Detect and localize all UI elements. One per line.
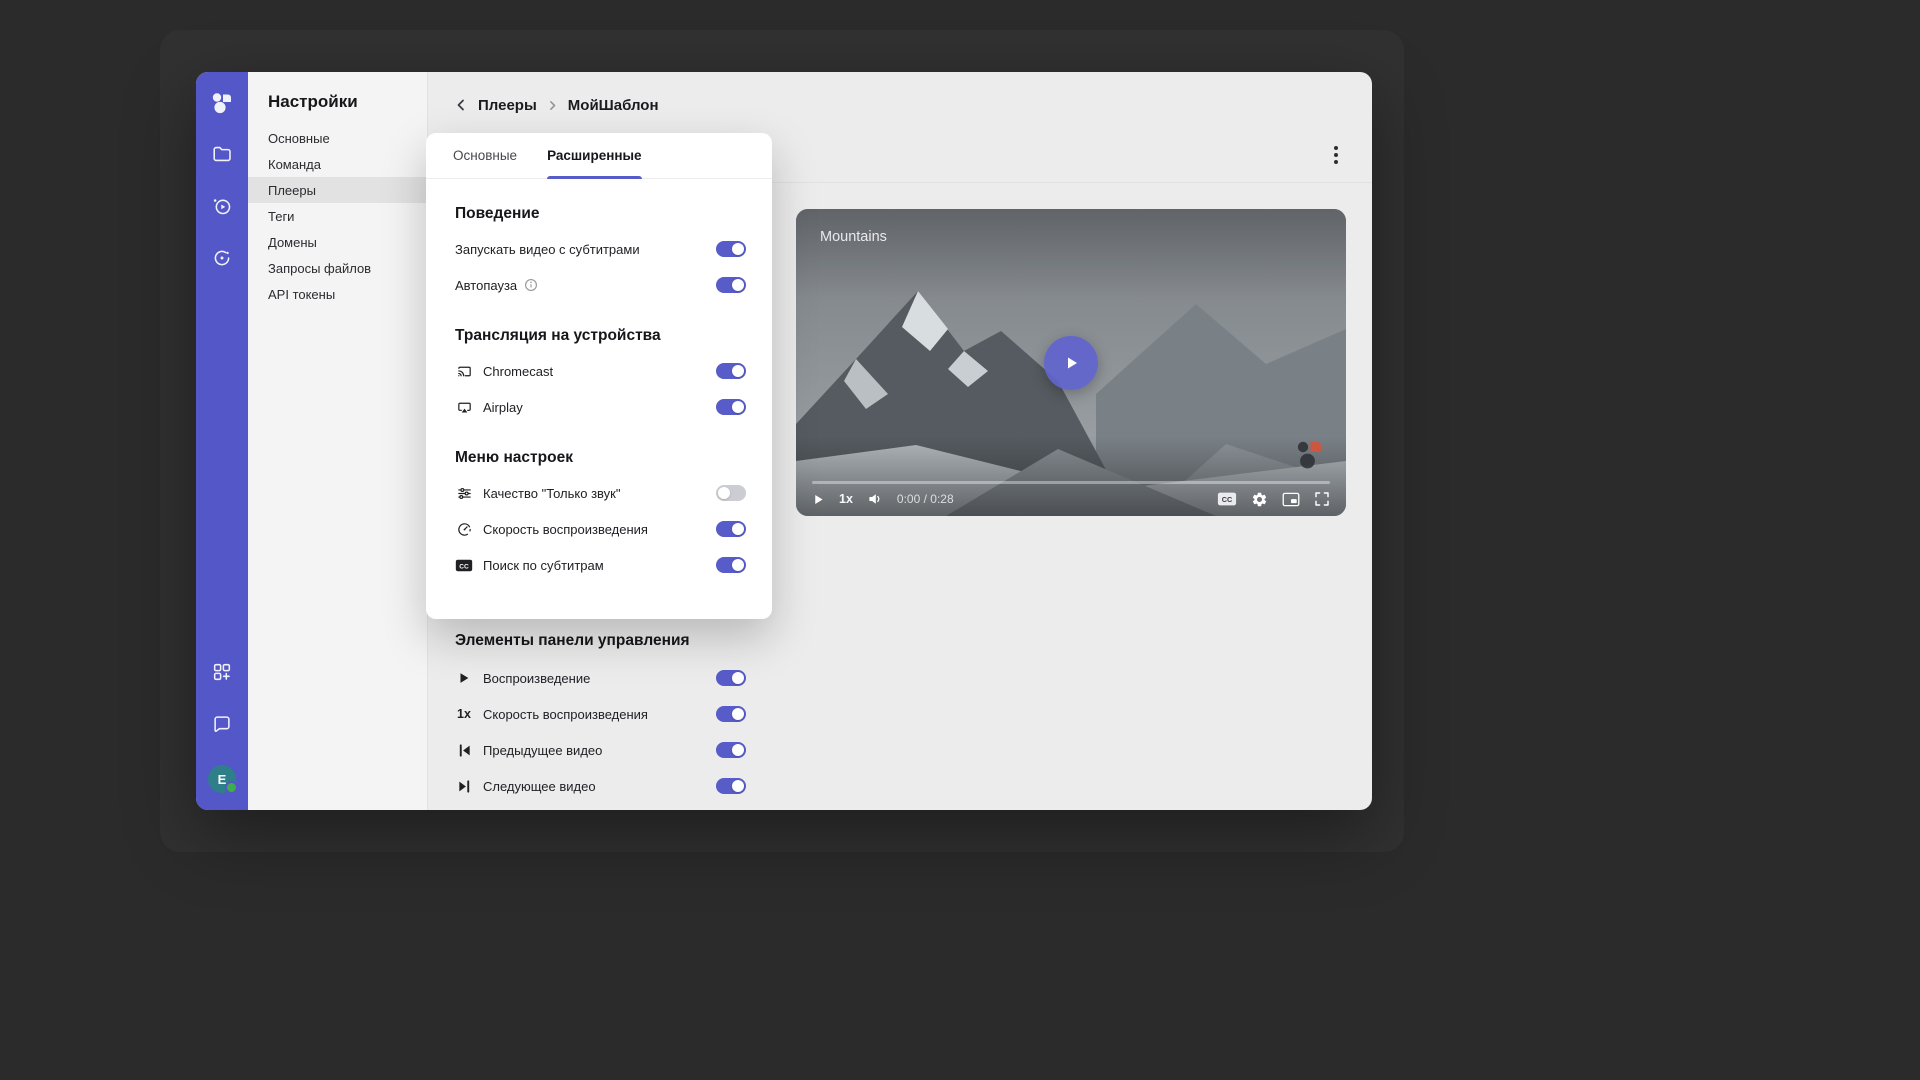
section-title-behavior: Поведение <box>455 205 746 223</box>
time-display: 0:00 / 0:28 <box>897 492 954 506</box>
settings-sidebar: Настройки Основные Команда Плееры Теги Д… <box>248 72 428 810</box>
panel-tabs: Основные Расширенные <box>426 133 772 179</box>
breadcrumb: Плееры МойШаблон <box>453 91 659 119</box>
user-avatar[interactable]: E <box>208 765 236 793</box>
big-play-button[interactable] <box>1044 336 1098 390</box>
player-settings-panel: Основные Расширенные Поведение Запускать… <box>426 133 772 619</box>
sidebar-item-file-requests[interactable]: Запросы файлов <box>248 255 427 281</box>
toggle-chromecast[interactable] <box>716 363 746 379</box>
svg-text:CC: CC <box>459 563 469 570</box>
projects-folder-icon[interactable] <box>210 142 234 166</box>
control-elements-section: Элементы панели управления Воспроизведен… <box>455 632 746 804</box>
toggle-autopause[interactable] <box>716 277 746 293</box>
player-controls: 1x 0:00 / 0:28 CC <box>812 487 1330 511</box>
setting-row-start-with-subtitles: Запускать видео с субтитрами <box>455 231 746 267</box>
apps-add-icon[interactable] <box>210 660 234 684</box>
airplay-icon <box>455 398 473 416</box>
records-icon[interactable] <box>210 246 234 270</box>
play-triangle-icon <box>1062 354 1080 372</box>
equalizer-icon <box>455 484 473 502</box>
setting-row-subtitle-search: CC Поиск по субтитрам <box>455 547 746 583</box>
chromecast-icon <box>455 362 473 380</box>
fullscreen-icon[interactable] <box>1314 491 1330 507</box>
playback-speed-icon <box>455 520 473 538</box>
nav-rail: E <box>196 72 248 810</box>
live-stream-icon[interactable] <box>210 194 234 218</box>
toggle-previous[interactable] <box>716 742 746 758</box>
panel-body: Поведение Запускать видео с субтитрами А… <box>426 179 772 583</box>
toggle-playback-speed[interactable] <box>716 521 746 537</box>
setting-row-next: Следующее видео <box>455 768 746 804</box>
toggle-audio-only[interactable] <box>716 485 746 501</box>
chevron-right-icon <box>546 99 559 112</box>
support-chat-icon[interactable] <box>210 712 234 736</box>
video-player-preview: Mountains 1x 0:00 / 0:28 <box>796 209 1346 516</box>
setting-row-playback-speed: Скорость воспроизведения <box>455 511 746 547</box>
sidebar-item-domains[interactable]: Домены <box>248 229 427 255</box>
play-icon <box>455 669 473 687</box>
breadcrumb-current: МойШаблон <box>568 97 659 114</box>
setting-row-airplay: Airplay <box>455 389 746 425</box>
progress-bar[interactable] <box>812 481 1330 484</box>
player-settings-gear-icon[interactable] <box>1251 491 1268 508</box>
settings-title: Настройки <box>268 92 427 112</box>
sidebar-item-team[interactable]: Команда <box>248 151 427 177</box>
volume-icon[interactable] <box>867 491 883 507</box>
sidebar-item-basic[interactable]: Основные <box>248 125 427 151</box>
previous-video-icon <box>455 741 473 759</box>
kinescope-watermark-logo <box>1296 440 1326 470</box>
app-window: E Настройки Основные Команда Плееры Теги… <box>196 72 1372 810</box>
online-status-dot <box>225 781 238 794</box>
back-chevron-icon[interactable] <box>453 97 469 113</box>
toggle-speed[interactable] <box>716 706 746 722</box>
setting-row-play: Воспроизведение <box>455 660 746 696</box>
section-title-casting: Трансляция на устройства <box>455 327 746 345</box>
tab-advanced[interactable]: Расширенные <box>547 133 642 178</box>
next-video-icon <box>455 777 473 795</box>
sidebar-item-api-tokens[interactable]: API токены <box>248 281 427 307</box>
sidebar-item-players[interactable]: Плееры <box>248 177 427 203</box>
section-title: Элементы панели управления <box>455 632 746 650</box>
settings-menu: Основные Команда Плееры Теги Домены Запр… <box>248 125 427 307</box>
section-title-settings-menu: Меню настроек <box>455 449 746 467</box>
tab-basic[interactable]: Основные <box>453 133 517 178</box>
more-options-icon[interactable] <box>1324 143 1348 167</box>
sidebar-item-tags[interactable]: Теги <box>248 203 427 229</box>
breadcrumb-players[interactable]: Плееры <box>478 97 537 114</box>
setting-row-speed: 1x Скорость воспроизведения <box>455 696 746 732</box>
kinescope-logo-icon[interactable] <box>210 91 234 115</box>
setting-row-chromecast: Chromecast <box>455 353 746 389</box>
subtitles-icon: CC <box>455 556 473 574</box>
toggle-next[interactable] <box>716 778 746 794</box>
subtitles-cc-icon[interactable]: CC <box>1217 491 1237 507</box>
setting-row-audio-only: Качество "Только звук" <box>455 475 746 511</box>
video-title: Mountains <box>820 229 887 245</box>
toggle-start-with-subtitles[interactable] <box>716 241 746 257</box>
svg-text:CC: CC <box>1222 495 1233 504</box>
player-speed-label[interactable]: 1x <box>839 492 853 506</box>
player-play-icon[interactable] <box>812 493 825 506</box>
toggle-play[interactable] <box>716 670 746 686</box>
top-gradient <box>796 209 1346 299</box>
toggle-subtitle-search[interactable] <box>716 557 746 573</box>
setting-row-previous: Предыдущее видео <box>455 732 746 768</box>
info-icon[interactable] <box>524 278 538 292</box>
toggle-airplay[interactable] <box>716 399 746 415</box>
pip-icon[interactable] <box>1282 492 1300 507</box>
speed-1x-icon: 1x <box>455 705 473 723</box>
setting-row-autopause: Автопауза <box>455 267 746 303</box>
